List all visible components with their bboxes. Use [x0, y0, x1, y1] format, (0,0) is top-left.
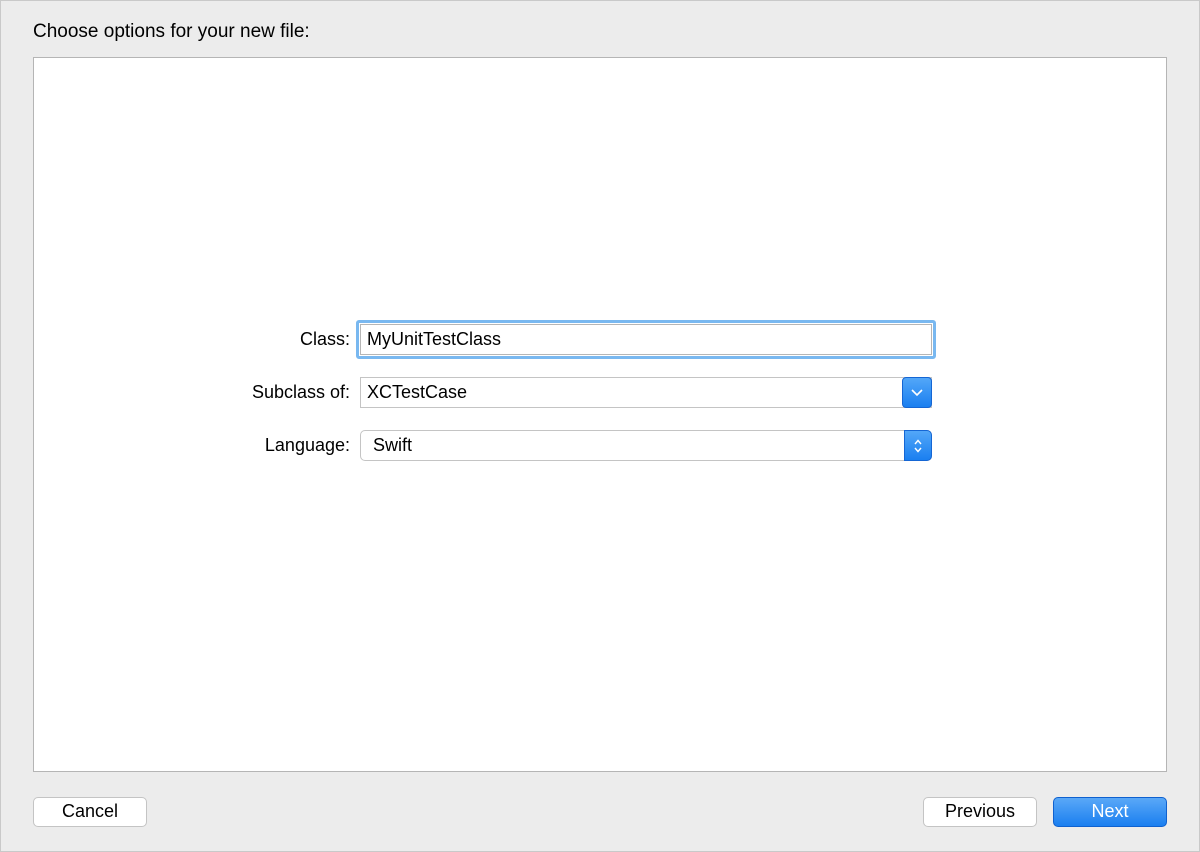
subclass-value: XCTestCase [361, 382, 467, 403]
subclass-label: Subclass of: [34, 382, 360, 403]
class-name-input[interactable] [360, 324, 932, 355]
class-label: Class: [34, 329, 360, 350]
previous-button[interactable]: Previous [923, 797, 1037, 827]
class-row: Class: [34, 324, 1166, 355]
language-select[interactable]: Swift [360, 430, 932, 461]
form-area: Class: Subclass of: XCTestCase [34, 324, 1166, 483]
subclass-combobox[interactable]: XCTestCase [360, 377, 932, 408]
next-button[interactable]: Next [1053, 797, 1167, 827]
new-file-options-dialog: Choose options for your new file: Class:… [0, 0, 1200, 852]
chevron-down-icon[interactable] [902, 377, 932, 408]
select-arrows-icon[interactable] [904, 430, 932, 461]
language-row: Language: Swift [34, 430, 1166, 461]
subclass-row: Subclass of: XCTestCase [34, 377, 1166, 408]
language-label: Language: [34, 435, 360, 456]
options-panel: Class: Subclass of: XCTestCase [33, 57, 1167, 772]
dialog-title: Choose options for your new file: [33, 21, 310, 43]
cancel-button[interactable]: Cancel [33, 797, 147, 827]
dialog-footer: Cancel Previous Next [1, 772, 1199, 851]
language-value: Swift [361, 435, 412, 456]
